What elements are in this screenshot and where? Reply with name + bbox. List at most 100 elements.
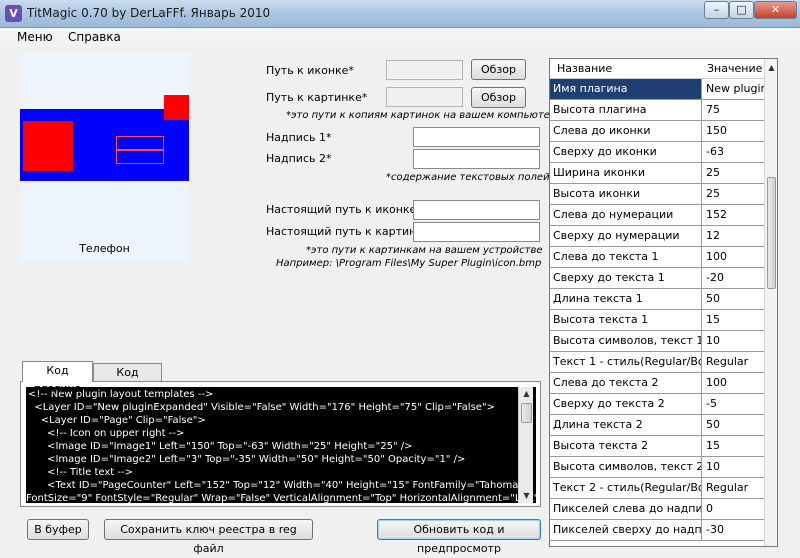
grid-row[interactable]: Сверху до иконки -63 [550,142,764,163]
app-v-icon[interactable]: V [5,5,22,22]
grid-row-name[interactable]: Сверху до иконки [550,142,702,162]
grid-row-value[interactable]: 10 [703,457,764,477]
grid-row-name[interactable]: Высота иконки [550,184,702,204]
grid-row-name[interactable]: Текст 1 - стиль(Regular/Bold) [550,352,702,372]
browse-image-button[interactable]: Обзор [471,87,526,108]
grid-row[interactable]: Сверху до нумерации 12 [550,226,764,247]
grid-row[interactable]: Слева до текста 1 100 [550,247,764,268]
menu-item-help[interactable]: Справка [68,30,121,44]
scroll-up-icon[interactable]: ▲ [765,61,777,75]
grid-row-name[interactable]: Пикселей слева до надписи [550,499,702,519]
grid-row-name[interactable]: Высота текста 1 [550,310,702,330]
scroll-down-icon[interactable]: ▼ [519,489,534,503]
grid-row-name[interactable]: Высота символов, текст 2 [550,457,702,477]
tab-registry-code[interactable]: Код реестра [93,363,162,397]
device-image-path-field[interactable] [413,222,540,242]
code-scrollbar[interactable]: ▲ ▼ [518,387,533,503]
grid-header: Название Значение [550,59,764,79]
scroll-up-icon[interactable]: ▲ [519,387,534,401]
code-textarea[interactable]: <!-- New plugin layout templates --> <La… [26,387,536,503]
grid-row-name[interactable]: Слева до иконки [550,121,702,141]
icon-path-label: Путь к иконке* [266,64,354,77]
grid-row[interactable]: Высота иконки 25 [550,184,764,205]
grid-row-value[interactable]: 150 [703,121,764,141]
grid-row-name[interactable]: Длина текста 2 [550,415,702,435]
save-reg-file-button[interactable]: Сохранить ключ реестра в reg файл [104,519,313,555]
grid-row[interactable]: Пикселей сверху до надписи-30 [550,520,764,541]
grid-row[interactable]: Сверху до текста 1 -20 [550,268,764,289]
grid-row-name[interactable]: Сверху до нумерации [550,226,702,246]
grid-row[interactable]: Высота символов, текст 1 10 [550,331,764,352]
grid-scrollbar[interactable]: ▲ [764,59,777,546]
grid-row-name[interactable]: Слева до нумерации [550,205,702,225]
device-icon-path-label: Настоящий путь к иконке* [266,203,422,216]
grid-row[interactable]: Слева до нумерации 152 [550,205,764,226]
grid-row[interactable]: Длина текста 1 50 [550,289,764,310]
grid-row-name[interactable]: Ширина иконки [550,163,702,183]
grid-row[interactable]: Слева до текста 2 100 [550,373,764,394]
grid-row-name[interactable]: Высота символов, текст 1 [550,331,702,351]
grid-row-name[interactable]: Пикселей сверху до надписи [550,520,702,540]
caption2-field[interactable] [413,149,540,169]
grid-row-value[interactable]: 10 [703,331,764,351]
tab-plugin-code[interactable]: Код плагина [22,361,93,395]
grid-row[interactable]: Имя плагина New plugin [550,79,764,100]
menu-bar: Меню Справка [0,28,800,47]
preview-text1-box [116,136,164,150]
grid-row-value[interactable]: -63 [703,142,764,162]
grid-row[interactable]: Пикселей слева до надписи 0 [550,499,764,520]
grid-header-name[interactable]: Название [557,62,612,75]
grid-row-value[interactable]: 0 [703,499,764,519]
grid-row-name[interactable]: Длина текста 1 [550,289,702,309]
grid-row-value[interactable]: 25 [703,184,764,204]
grid-row-value[interactable]: -30 [703,520,764,540]
grid-row-name[interactable]: Высота плагина [550,100,702,120]
grid-row[interactable]: Высота текста 1 15 [550,310,764,331]
minimize-button[interactable]: – [704,1,729,19]
grid-row-name[interactable]: Слева до текста 2 [550,373,702,393]
grid-row[interactable]: Высота текста 2 15 [550,436,764,457]
grid-row[interactable]: Сверху до текста 2 -5 [550,394,764,415]
grid-row-value[interactable]: -20 [703,268,764,288]
code-scroll-thumb[interactable] [521,403,532,423]
grid-scroll-thumb[interactable] [767,177,776,289]
grid-row-name[interactable]: Высота текста 2 [550,436,702,456]
grid-row-value[interactable]: 25 [703,163,764,183]
menu-item-menu[interactable]: Меню [17,30,53,44]
grid-row-name[interactable]: Слева до текста 1 [550,247,702,267]
grid-row-value[interactable]: Regular [703,352,764,372]
grid-row[interactable]: Высота символов, текст 2 10 [550,457,764,478]
caption1-field[interactable] [413,127,540,147]
grid-row-value[interactable]: 100 [703,247,764,267]
grid-row-name[interactable]: Сверху до текста 2 [550,394,702,414]
grid-row-value[interactable]: 50 [703,289,764,309]
browse-icon-button[interactable]: Обзор [471,59,526,80]
grid-row-value[interactable]: -5 [703,394,764,414]
grid-row-value[interactable]: Regular [703,478,764,498]
grid-row-value[interactable]: 15 [703,310,764,330]
refresh-preview-button[interactable]: Обновить код и предпросмотр [377,519,541,555]
grid-row-name[interactable]: Имя плагина [550,79,702,99]
maximize-button[interactable]: □ [729,1,754,19]
icon-path-field[interactable] [386,60,463,80]
grid-row-value[interactable]: 152 [703,205,764,225]
close-button[interactable]: ✕ [754,1,797,19]
grid-row-value[interactable]: New plugin [703,79,764,99]
grid-row-value[interactable]: 15 [703,436,764,456]
grid-row-value[interactable]: 75 [703,100,764,120]
grid-row-name[interactable]: Текст 2 - стиль(Regular/Bold) [550,478,702,498]
grid-row[interactable]: Длина текста 2 50 [550,415,764,436]
copy-to-clipboard-button[interactable]: В буфер [27,519,89,540]
grid-row-value[interactable]: 50 [703,415,764,435]
grid-row-value[interactable]: 12 [703,226,764,246]
grid-row[interactable]: Текст 1 - стиль(Regular/Bold)Regular [550,352,764,373]
grid-header-value[interactable]: Значение [707,62,762,75]
device-icon-path-field[interactable] [413,200,540,220]
grid-row[interactable]: Слева до иконки 150 [550,121,764,142]
grid-row[interactable]: Высота плагина 75 [550,100,764,121]
grid-row[interactable]: Ширина иконки 25 [550,163,764,184]
image-path-field[interactable] [386,87,463,107]
grid-row-value[interactable]: 100 [703,373,764,393]
grid-row[interactable]: Текст 2 - стиль(Regular/Bold)Regular [550,478,764,499]
grid-row-name[interactable]: Сверху до текста 1 [550,268,702,288]
